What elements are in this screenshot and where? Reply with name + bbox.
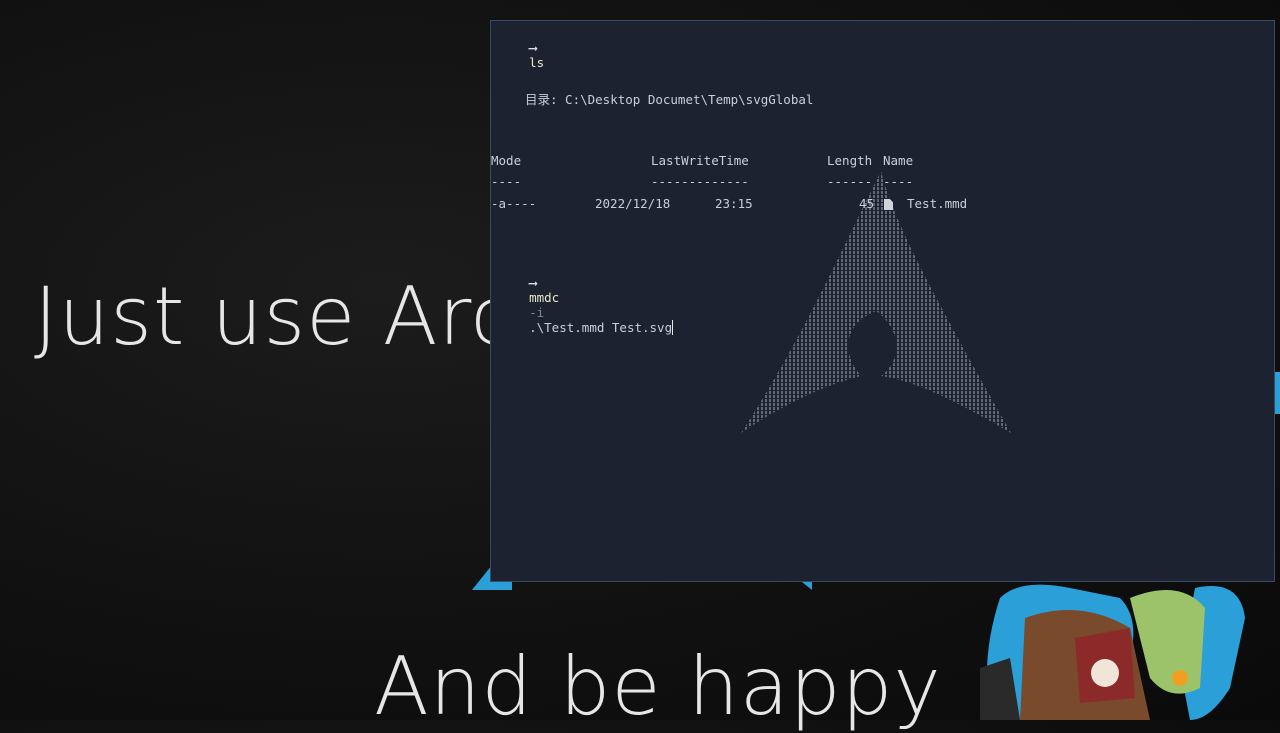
file-row-date: 2022/12/18 — [595, 196, 671, 211]
column-underline: ------------- — [651, 174, 749, 189]
column-header-mode: Mode — [491, 153, 522, 168]
arch-logo-icon — [741, 171, 1011, 433]
column-header-lastwritetime: LastWriteTime — [651, 153, 749, 168]
command-args: .\Test.mmd Test.svg — [529, 320, 673, 335]
directory-label: 目录: C:\Desktop Documet\Temp\svgGlobal — [525, 92, 814, 107]
file-row-name[interactable]: Test.mmd — [907, 196, 967, 211]
wallpaper-headline: Just use Arc — [34, 270, 516, 363]
column-underline: ---- — [491, 174, 522, 189]
file-row-time: 23:15 — [715, 196, 753, 211]
mascot-illustration — [980, 584, 1245, 720]
file-row-mode: -a---- — [491, 196, 537, 211]
column-underline: ------ — [827, 174, 873, 189]
file-icon — [884, 199, 893, 210]
text-cursor — [672, 320, 674, 335]
arrow-right-icon: ⟶ — [529, 40, 537, 55]
command-line-current[interactable]: ⟶ mmdc -i .\Test.mmd Test.svg — [499, 260, 674, 350]
command-line: ⟶ ls — [499, 25, 544, 85]
arrow-right-icon: ⟶ — [529, 275, 537, 290]
command-name: mmdc — [529, 290, 560, 305]
command-flag: -i — [529, 305, 545, 320]
column-header-length: Length — [827, 153, 873, 168]
column-header-name: Name — [883, 153, 914, 168]
file-row-length: 45 — [859, 196, 875, 211]
command-name: ls — [529, 55, 545, 70]
wallpaper-subline: And be happy — [374, 640, 942, 733]
column-underline: ---- — [883, 174, 914, 189]
terminal-window[interactable]: ⟶ ls 目录: C:\Desktop Documet\Temp\svgGlob… — [490, 20, 1275, 582]
